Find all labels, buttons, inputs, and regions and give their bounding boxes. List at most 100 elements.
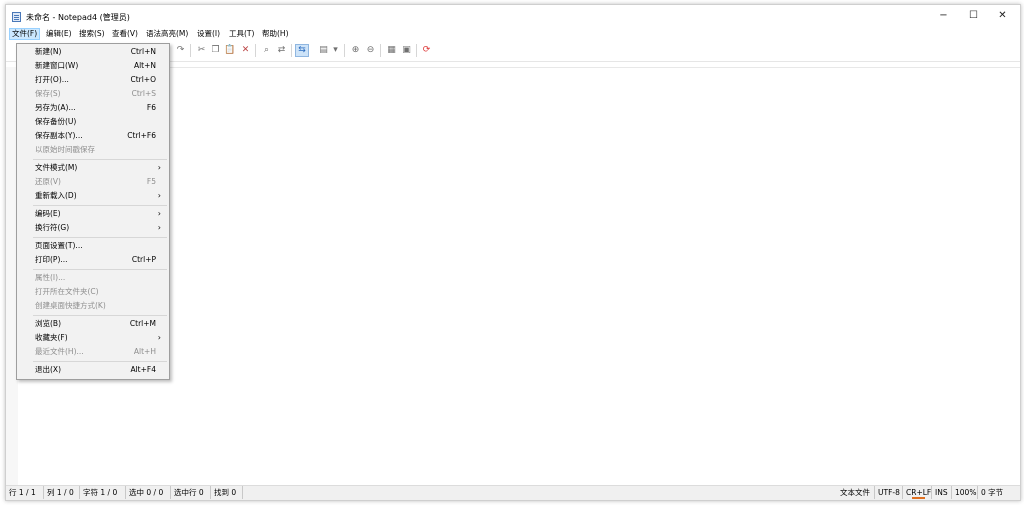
menu-separator xyxy=(33,269,167,270)
menu-search[interactable]: 搜索(S) xyxy=(77,28,107,40)
menu-item-open[interactable]: 打开(O)... Ctrl+O xyxy=(17,73,169,87)
menu-separator xyxy=(33,205,167,206)
menu-item-shortcut: Ctrl+F6 xyxy=(127,131,156,140)
cut-icon[interactable]: ✂ xyxy=(196,45,207,56)
paste-icon[interactable]: 📋 xyxy=(224,45,235,56)
menu-item-shortcut: Ctrl+M xyxy=(129,319,156,328)
redo-icon[interactable]: ↷ xyxy=(175,45,186,56)
menu-item-label: 以原始时间戳保存 xyxy=(35,145,95,154)
status-line: 行 1 / 1 xyxy=(6,486,44,499)
minimize-button[interactable]: − xyxy=(929,5,958,27)
menu-item-label: 新建窗口(W) xyxy=(35,61,79,70)
menu-item-recent-files[interactable]: 最近文件(H)... Alt+H xyxy=(17,345,169,359)
status-lexer[interactable]: 文本文件 xyxy=(837,486,875,499)
menu-view[interactable]: 查看(V) xyxy=(110,28,140,40)
eol-underline xyxy=(912,497,925,499)
menu-item-shortcut: F5 xyxy=(146,177,156,186)
find-icon[interactable]: ⌕ xyxy=(261,45,272,56)
menu-item-properties[interactable]: 属性(I)... xyxy=(17,271,169,285)
toolbar-separator xyxy=(344,44,345,57)
menu-item-save[interactable]: 保存(S) Ctrl+S xyxy=(17,87,169,101)
close-button[interactable]: ✕ xyxy=(988,5,1017,27)
menu-item-favorites[interactable]: 收藏夹(F) › xyxy=(17,331,169,345)
menu-item-label: 另存为(A)... xyxy=(35,103,76,112)
menu-help[interactable]: 帮助(H) xyxy=(260,28,291,40)
menu-item-reload[interactable]: 重新载入(D) › xyxy=(17,189,169,203)
menu-settings[interactable]: 设置(I) xyxy=(195,28,222,40)
title-bar[interactable]: 未命名 - Notepad4 (管理员) − ☐ ✕ xyxy=(6,5,1020,28)
menu-item-line-ending[interactable]: 换行符(G) › xyxy=(17,221,169,235)
menu-item-label: 最近文件(H)... xyxy=(35,347,84,356)
menu-syntax[interactable]: 语法高亮(M) xyxy=(144,28,190,40)
status-column: 列 1 / 0 xyxy=(44,486,80,499)
menu-item-label: 浏览(B) xyxy=(35,319,61,328)
menu-item-shortcut: Ctrl+S xyxy=(131,89,156,98)
menu-item-file-mode[interactable]: 文件模式(M) › xyxy=(17,161,169,175)
zoom-out-icon[interactable]: ⊖ xyxy=(365,45,376,56)
menu-item-open-folder[interactable]: 打开所在文件夹(C) xyxy=(17,285,169,299)
menu-bar: 文件(F) 编辑(E) 搜索(S) 查看(V) 语法高亮(M) 设置(I) 工具… xyxy=(6,28,1020,40)
menu-item-new-window[interactable]: 新建窗口(W) Alt+N xyxy=(17,59,169,73)
maximize-button[interactable]: ☐ xyxy=(959,5,988,27)
favorites-icon[interactable]: ▣ xyxy=(401,45,412,56)
menu-item-encoding[interactable]: 编码(E) › xyxy=(17,207,169,221)
settings-icon[interactable]: ▦ xyxy=(386,45,397,56)
menu-item-print[interactable]: 打印(P)... Ctrl+P xyxy=(17,253,169,267)
menu-item-label: 打印(P)... xyxy=(35,255,68,264)
menu-tools[interactable]: 工具(T) xyxy=(227,28,256,40)
menu-separator xyxy=(33,361,167,362)
window-title: 未命名 - Notepad4 (管理员) xyxy=(26,13,130,22)
submenu-arrow-icon: › xyxy=(157,223,161,232)
exit-icon[interactable]: ⟳ xyxy=(421,45,432,56)
replace-icon[interactable]: ⇄ xyxy=(276,45,287,56)
menu-item-label: 保存副本(Y)... xyxy=(35,131,83,140)
status-ins[interactable]: INS xyxy=(932,486,952,499)
status-encoding[interactable]: UTF-8 xyxy=(875,486,903,499)
menu-separator xyxy=(33,159,167,160)
menu-separator xyxy=(33,315,167,316)
copy-icon[interactable]: ❐ xyxy=(210,45,221,56)
menu-item-save-as[interactable]: 另存为(A)... F6 xyxy=(17,101,169,115)
menu-item-desktop-shortcut[interactable]: 创建桌面快捷方式(K) xyxy=(17,299,169,313)
delete-icon[interactable]: ✕ xyxy=(240,45,251,56)
status-selected-lines: 选中行 0 xyxy=(171,486,211,499)
dropdown-icon[interactable]: ▾ xyxy=(332,45,339,56)
menu-separator xyxy=(33,237,167,238)
menu-item-new[interactable]: 新建(N) Ctrl+N xyxy=(17,45,169,59)
menu-item-label: 保存(S) xyxy=(35,89,61,98)
menu-edit[interactable]: 编辑(E) xyxy=(44,28,74,40)
menu-item-label: 编码(E) xyxy=(35,209,61,218)
status-found: 找到 0 xyxy=(211,486,243,499)
menu-item-shortcut: Alt+H xyxy=(133,347,156,356)
status-bar: 行 1 / 1 列 1 / 0 字符 1 / 0 选中 0 / 0 选中行 0 … xyxy=(6,485,1020,500)
menu-item-label: 文件模式(M) xyxy=(35,163,78,172)
status-char: 字符 1 / 0 xyxy=(80,486,126,499)
status-zoom[interactable]: 100% xyxy=(952,486,978,499)
toolbar-separator xyxy=(190,44,191,57)
menu-item-label: 换行符(G) xyxy=(35,223,70,232)
toolbar-separator xyxy=(291,44,292,57)
menu-item-shortcut: Ctrl+N xyxy=(130,47,156,56)
menu-item-label: 重新载入(D) xyxy=(35,191,77,200)
submenu-arrow-icon: › xyxy=(157,333,161,342)
menu-item-page-setup[interactable]: 页面设置(T)... xyxy=(17,239,169,253)
scheme-icon[interactable]: ▤ xyxy=(318,45,329,56)
zoom-in-icon[interactable]: ⊕ xyxy=(350,45,361,56)
menu-item-browse[interactable]: 浏览(B) Ctrl+M xyxy=(17,317,169,331)
submenu-arrow-icon: › xyxy=(157,209,161,218)
menu-item-exit[interactable]: 退出(X) Alt+F4 xyxy=(17,363,169,377)
toolbar-separator xyxy=(255,44,256,57)
menu-item-label: 属性(I)... xyxy=(35,273,66,282)
file-menu-dropdown: 新建(N) Ctrl+N 新建窗口(W) Alt+N 打开(O)... Ctrl+O … xyxy=(16,43,170,380)
menu-item-revert[interactable]: 还原(V) F5 xyxy=(17,175,169,189)
menu-item-save-backup[interactable]: 保存备份(U) xyxy=(17,115,169,129)
menu-item-save-timestamp[interactable]: 以原始时间戳保存 xyxy=(17,143,169,157)
menu-item-label: 页面设置(T)... xyxy=(35,241,83,250)
menu-file[interactable]: 文件(F) xyxy=(9,28,41,40)
menu-item-save-copy[interactable]: 保存副本(Y)... Ctrl+F6 xyxy=(17,129,169,143)
word-wrap-icon[interactable]: ⇆ xyxy=(295,44,309,57)
menu-item-label: 收藏夹(F) xyxy=(35,333,68,342)
menu-item-shortcut: Ctrl+O xyxy=(130,75,156,84)
status-selection: 选中 0 / 0 xyxy=(126,486,171,499)
menu-item-label: 打开(O)... xyxy=(35,75,69,84)
